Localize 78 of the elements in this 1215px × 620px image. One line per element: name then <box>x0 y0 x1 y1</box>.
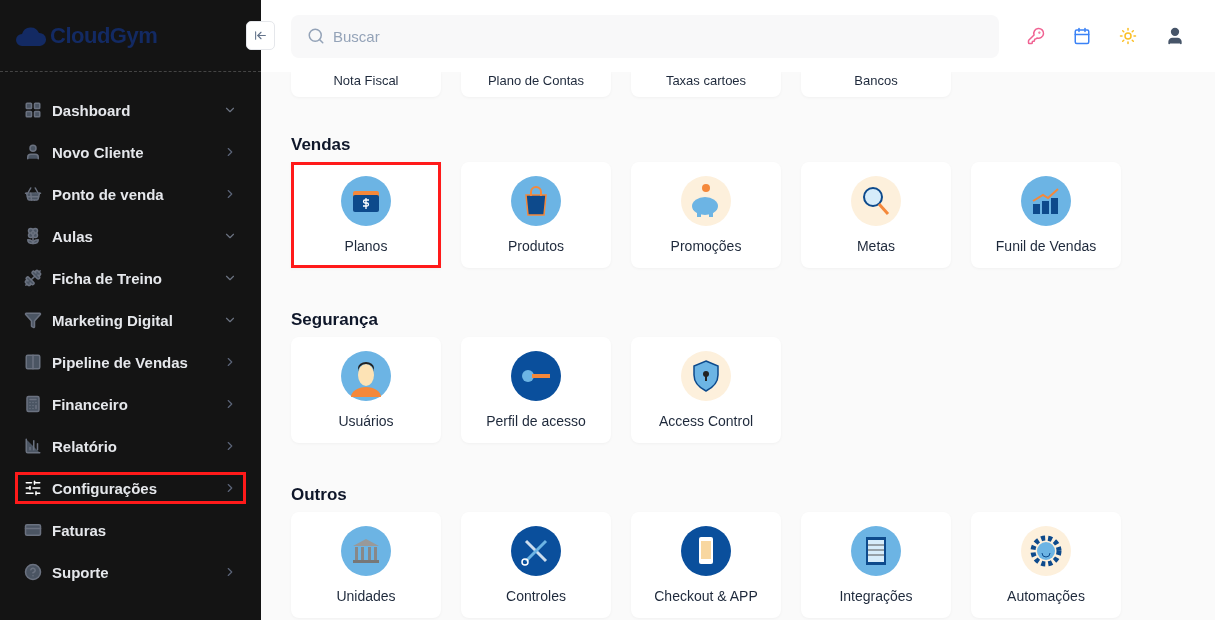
feature-icon <box>1021 176 1071 226</box>
settings-card[interactable]: Plano de Contas <box>461 72 611 97</box>
nav-item[interactable]: Ponto de venda <box>15 178 246 210</box>
nav-icon <box>24 479 42 497</box>
settings-card[interactable]: Automações <box>971 512 1121 618</box>
settings-card[interactable]: Access Control <box>631 337 781 443</box>
search-field[interactable]: Buscar <box>291 14 999 58</box>
settings-card[interactable]: Planos <box>291 162 441 268</box>
feature-icon <box>1021 526 1071 576</box>
settings-card[interactable]: Unidades <box>291 512 441 618</box>
settings-card[interactable]: Promoções <box>631 162 781 268</box>
nav-item[interactable]: Suporte <box>15 556 246 588</box>
card-label: Integrações <box>839 588 913 604</box>
cloud-icon <box>16 25 46 46</box>
settings-card[interactable]: Usuários <box>291 337 441 443</box>
section-title: Vendas <box>291 135 352 155</box>
nav-icon <box>24 269 42 287</box>
card-label: Planos <box>344 238 388 254</box>
card-label: Automações <box>1007 588 1085 604</box>
settings-card[interactable]: Integrações <box>801 512 951 618</box>
user-icon[interactable] <box>1165 26 1185 46</box>
feature-icon <box>681 351 731 401</box>
feature-icon <box>851 176 901 226</box>
settings-card[interactable]: Controles <box>461 512 611 618</box>
nav-item[interactable]: Dashboard <box>15 94 246 126</box>
card-label: Unidades <box>336 588 396 604</box>
nav-icon <box>24 437 42 455</box>
card-label: Controles <box>506 588 566 604</box>
nav-icon <box>24 227 42 245</box>
nav-item[interactable]: Configurações <box>15 472 246 504</box>
card-label: Usuários <box>338 413 394 429</box>
nav-item[interactable]: Pipeline de Vendas <box>15 346 246 378</box>
feature-icon <box>511 176 561 226</box>
settings-card[interactable]: Checkout & APP <box>631 512 781 618</box>
settings-card[interactable]: Perfil de acesso <box>461 337 611 443</box>
nav-icon <box>24 521 42 539</box>
calendar-icon[interactable] <box>1073 27 1091 45</box>
nav-icon <box>24 311 42 329</box>
nav-item[interactable]: Financeiro <box>15 388 246 420</box>
key-icon[interactable] <box>1027 27 1045 45</box>
nav-item[interactable]: Aulas <box>15 220 246 252</box>
nav-item[interactable]: Marketing Digital <box>15 304 246 336</box>
section-title: Segurança <box>291 310 379 330</box>
card-label: Promoções <box>670 238 742 254</box>
feature-icon <box>341 526 391 576</box>
nav-icon <box>24 395 42 413</box>
nav-icon <box>24 143 42 161</box>
nav-item[interactable]: Novo Cliente <box>15 136 246 168</box>
nav-icon <box>24 563 42 581</box>
card-label: Metas <box>856 238 896 254</box>
feature-icon <box>511 526 561 576</box>
settings-card[interactable]: Bancos <box>801 72 951 97</box>
feature-icon <box>341 351 391 401</box>
nav-icon <box>24 101 42 119</box>
nav-item[interactable]: Faturas <box>15 514 246 546</box>
card-label: Produtos <box>507 238 564 254</box>
settings-card[interactable]: Funil de Vendas <box>971 162 1121 268</box>
feature-icon <box>341 176 391 226</box>
card-label: Checkout & APP <box>654 588 758 604</box>
settings-card[interactable]: Metas <box>801 162 951 268</box>
card-label: Perfil de acesso <box>486 413 586 429</box>
settings-card[interactable]: Nota Fiscal <box>291 72 441 97</box>
feature-icon <box>511 351 561 401</box>
nav-icon <box>24 353 42 371</box>
section-title: Outros <box>291 485 348 505</box>
card-label: Funil de Vendas <box>995 238 1097 254</box>
feature-icon <box>681 176 731 226</box>
settings-card[interactable]: Produtos <box>461 162 611 268</box>
nav-icon <box>24 185 42 203</box>
settings-card[interactable]: Taxas cartoes <box>631 72 781 97</box>
nav-item[interactable]: Relatório <box>15 430 246 462</box>
logo-text: CloudGym <box>50 22 158 49</box>
feature-icon <box>681 526 731 576</box>
collapse-button[interactable] <box>246 21 275 50</box>
feature-icon <box>851 526 901 576</box>
collapse-icon <box>254 29 267 42</box>
nav-item[interactable]: Ficha de Treino <box>15 262 246 294</box>
card-label: Access Control <box>658 413 754 429</box>
